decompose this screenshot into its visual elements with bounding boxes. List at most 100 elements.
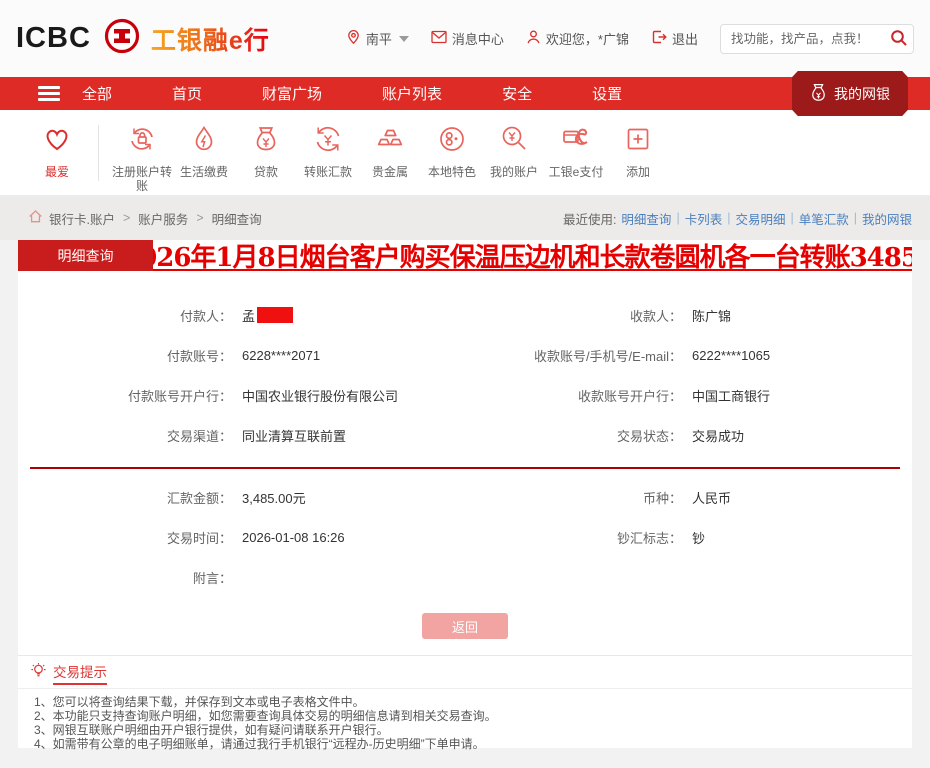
payee-value: 陈广锦 (692, 306, 731, 325)
message-center[interactable]: 消息中心 (431, 29, 504, 48)
logout[interactable]: 退出 (651, 29, 698, 48)
breadcrumb-row: 银行卡.账户 > 账户服务 > 明细查询 最近使用: 明细查询 | 卡列表 | … (0, 196, 930, 240)
button-row: 返回 (18, 613, 912, 639)
menu-icon[interactable] (38, 83, 60, 104)
breadcrumb-separator: > (196, 211, 203, 225)
payer-bank-label: 付款账号开户行： (18, 386, 232, 405)
tip-item: 3、网银互联账户明细由开户银行提供，如有疑问请联系开户银行。 (34, 723, 912, 737)
breadcrumb-separator: > (123, 211, 130, 225)
tips-title: 交易提示 (53, 661, 107, 685)
time-value: 2026-01-08 16:26 (242, 530, 345, 545)
location-selector[interactable]: 南平 (346, 29, 409, 48)
recent-used: 最近使用: 明细查询 | 卡列表 | 交易明细 | 单笔汇款 | 我的网银 (563, 209, 912, 228)
tip-item: 2、本功能只支持查询账户明细，如您需要查询具体交易的明细信息请到相关交易查询。 (34, 709, 912, 723)
gold-ingots-icon (374, 123, 406, 160)
payer-account-value: 6228****2071 (242, 348, 320, 363)
breadcrumb-part-account-service[interactable]: 账户服务 (138, 209, 188, 228)
quick-item-precious-metal[interactable]: 贵金属 (359, 123, 421, 179)
channel-label: 交易渠道： (18, 426, 232, 445)
recent-used-label: 最近使用: (563, 209, 616, 228)
icbc-logo-text: ICBC (16, 22, 91, 55)
header: ICBC 工银融e行 南平 (0, 0, 930, 77)
transfer-arrows-yuan-icon (312, 123, 344, 160)
quick-item-transfer-remit[interactable]: 转账汇款 (297, 123, 359, 179)
moneybag-yuan-icon (250, 123, 282, 160)
breadcrumb-part-detail-query: 明细查询 (212, 209, 262, 228)
detail-panel: 明细查询 2026年1月8日烟台客户购买保温压边机和长款卷圆机各一台转账3485… (18, 240, 912, 748)
quick-item-label: 我的账户 (490, 165, 538, 179)
icbc-emblem-icon (103, 17, 141, 60)
quick-item-label: 生活缴费 (180, 165, 228, 179)
detail-row: 汇款金额： 3,485.00元 币种： 人民币 (18, 477, 912, 517)
back-button[interactable]: 返回 (422, 613, 508, 639)
location-label: 南平 (366, 29, 392, 48)
my-ebank-label: 我的网银 (834, 84, 890, 104)
nav-item-wealth[interactable]: 财富广场 (262, 83, 322, 104)
payer-bank-value: 中国农业银行股份有限公司 (242, 386, 398, 405)
quick-item-my-account[interactable]: 我的账户 (483, 123, 545, 179)
nav-item-home[interactable]: 首页 (172, 83, 202, 104)
card-epay-icon (560, 123, 592, 160)
nav-item-settings[interactable]: 设置 (592, 83, 622, 104)
quick-item-add[interactable]: 添加 (607, 123, 669, 179)
lightbulb-icon (30, 662, 47, 684)
recent-link-single-remit[interactable]: 单笔汇款 (799, 209, 849, 228)
detail-row: 交易时间： 2026-01-08 16:26 钞汇标志： 钞 (18, 517, 912, 557)
detail-row: 附言： (18, 557, 912, 597)
logout-icon (651, 29, 667, 48)
tips-header: 交易提示 (18, 656, 912, 688)
quick-item-local-features[interactable]: 本地特色 (421, 123, 483, 179)
quick-item-epay[interactable]: 工银e支付 (545, 123, 607, 179)
local-features-icon (436, 123, 468, 160)
transaction-details: 付款人： 孟 收款人： 陈广锦 付款账号： 6228****2071 收款账号/… (18, 271, 912, 597)
payee-account-value: 6222****1065 (692, 348, 770, 363)
divider (98, 125, 99, 181)
payer-label: 付款人： (18, 306, 232, 325)
add-icon (622, 123, 654, 160)
amount-label: 汇款金额： (18, 488, 232, 507)
status-label: 交易状态： (470, 426, 682, 445)
recent-link-detail-query[interactable]: 明细查询 (621, 209, 671, 228)
search-box (720, 24, 914, 54)
memo-label: 附言： (18, 568, 232, 587)
recent-separator: | (854, 211, 857, 225)
payee-bank-label: 收款账号开户行： (470, 386, 682, 405)
recent-separator: | (676, 211, 679, 225)
header-right: 南平 消息中心 欢迎您，*广锦 (324, 24, 914, 54)
account-transfer-icon (126, 123, 158, 160)
location-pin-icon (346, 29, 361, 48)
cash-flag-label: 钞汇标志： (470, 528, 682, 547)
nav-item-accounts[interactable]: 账户列表 (382, 83, 442, 104)
detail-row: 交易渠道： 同业清算互联前置 交易状态： 交易成功 (18, 415, 912, 455)
recent-link-my-ebank[interactable]: 我的网银 (862, 209, 912, 228)
payer-account-label: 付款账号： (18, 346, 232, 365)
quick-item-life-payment[interactable]: 生活缴费 (173, 123, 235, 179)
tip-item: 1、您可以将查询结果下载，并保存到文本或电子表格文件中。 (34, 695, 912, 709)
quick-item-favorites[interactable]: 最爱 (26, 123, 88, 179)
recent-link-transaction-detail[interactable]: 交易明细 (735, 209, 785, 228)
nav-item-all[interactable]: 全部 (82, 83, 112, 104)
search-icon[interactable] (890, 29, 908, 50)
quick-item-loan[interactable]: 贷款 (235, 123, 297, 179)
transaction-tips: 交易提示 1、您可以将查询结果下载，并保存到文本或电子表格文件中。 2、本功能只… (18, 655, 912, 757)
search-input[interactable] (720, 24, 914, 54)
my-ebank-badge[interactable]: 我的网银 (792, 71, 908, 116)
detail-row: 付款人： 孟 收款人： 陈广锦 (18, 295, 912, 335)
main-nav: 全部 首页 财富广场 账户列表 安全 设置 我的网银 (0, 77, 930, 110)
recent-separator: | (727, 211, 730, 225)
status-value: 交易成功 (692, 426, 744, 445)
tips-list: 1、您可以将查询结果下载，并保存到文本或电子表格文件中。 2、本功能只支持查询账… (18, 688, 912, 757)
welcome-user[interactable]: 欢迎您，*广锦 (526, 29, 629, 48)
brand-name: 工银融e行 (151, 21, 270, 57)
quick-item-label: 本地特色 (428, 165, 476, 179)
title-row: 明细查询 2026年1月8日烟台客户购买保温压边机和长款卷圆机各一台转账3485… (18, 240, 912, 271)
quick-item-register-transfer[interactable]: 注册账户转账 (111, 123, 173, 193)
quick-item-label: 工银e支付 (549, 165, 604, 179)
user-icon (526, 29, 541, 48)
currency-value: 人民币 (692, 488, 731, 507)
quick-item-label: 添加 (626, 165, 650, 179)
breadcrumb-part-bankcard[interactable]: 银行卡.账户 (49, 209, 115, 228)
recent-link-card-list[interactable]: 卡列表 (685, 209, 723, 228)
nav-item-security[interactable]: 安全 (502, 83, 532, 104)
home-icon[interactable] (28, 209, 43, 227)
